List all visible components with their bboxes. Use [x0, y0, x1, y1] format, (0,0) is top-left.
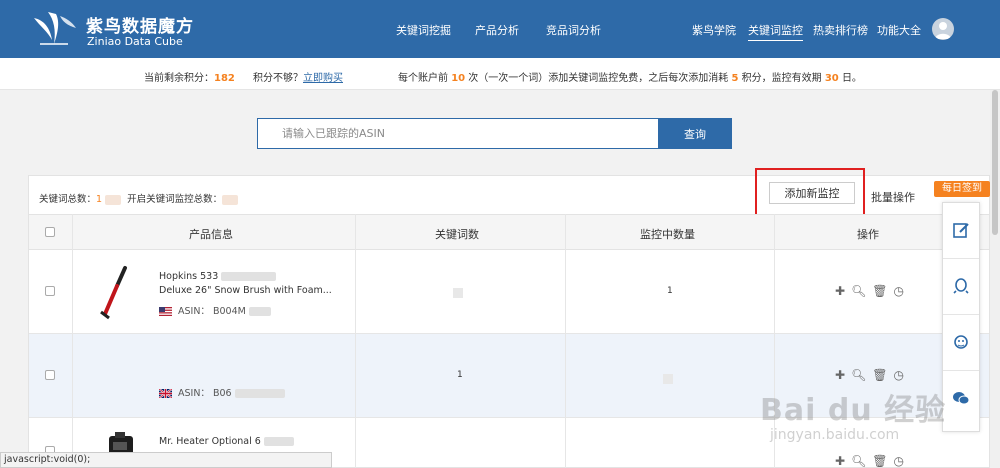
nav-keyword-mining[interactable]: 关键词挖掘 [396, 22, 451, 38]
blurred-value [453, 288, 463, 298]
daily-checkin-tag[interactable]: 每日签到 [934, 181, 990, 197]
sidebar-wechat[interactable] [943, 371, 979, 427]
row-operations: ✚ 🔍︎ 🗑︎ ◷ [835, 368, 910, 382]
uk-flag-icon [159, 389, 172, 398]
clock-icon[interactable]: ◷ [894, 454, 904, 468]
trash-icon[interactable]: 🗑︎ [872, 284, 887, 298]
nav-competitor-keywords[interactable]: 竞品词分析 [546, 22, 601, 38]
us-flag-icon [159, 307, 172, 316]
logo[interactable]: 紫鸟数据魔方 Ziniao Data Cube [30, 8, 210, 50]
browser-status-bar: javascript:void(0); [0, 452, 332, 468]
add-icon[interactable]: ✚ [835, 368, 845, 382]
edit-icon [953, 223, 969, 238]
table-header: 产品信息 关键词数 监控中数量 操作 [29, 214, 989, 250]
trash-icon[interactable]: 🗑︎ [872, 368, 887, 382]
floating-sidebar [942, 202, 980, 432]
points-info-bar: 当前剩余积分：182 积分不够？立即购买 每个账户前 10 次（一次一个词）添加… [0, 58, 1000, 90]
product-name[interactable]: Mr. Heater Optional 6 [159, 435, 294, 449]
blurred-text [221, 272, 277, 281]
row-checkbox[interactable] [45, 286, 55, 296]
trash-icon[interactable]: 🗑︎ [872, 454, 887, 468]
nav-bestseller-rank[interactable]: 热卖排行榜 [813, 22, 868, 38]
col-keyword-count: 关键词数 [435, 228, 479, 241]
add-icon[interactable]: ✚ [835, 284, 845, 298]
total-keywords-value: 1 [96, 194, 103, 205]
nav-all-features[interactable]: 功能大全 [877, 22, 921, 38]
logo-title: 紫鸟数据魔方 [86, 17, 194, 37]
search-icon[interactable]: 🔍︎ [851, 454, 866, 468]
nav-keyword-monitor[interactable]: 关键词监控 [748, 22, 803, 41]
sidebar-feedback[interactable] [943, 203, 979, 259]
nav-academy[interactable]: 紫鸟学院 [692, 22, 736, 38]
user-icon [935, 22, 951, 39]
blurred-value [105, 194, 122, 205]
sidebar-service[interactable] [943, 315, 979, 371]
avatar[interactable] [932, 18, 954, 40]
scrollbar-thumb[interactable] [992, 90, 998, 235]
nav-product-analysis[interactable]: 产品分析 [475, 22, 519, 38]
column-divider [774, 214, 775, 468]
blurred-value [663, 374, 673, 384]
notice-text: 每个账户前 10 次（一次一个词）添加关键词监控免费，之后每次添加消耗 5 积分… [398, 73, 862, 84]
col-monitoring-count: 监控中数量 [640, 228, 695, 241]
row-operations: ✚ 🔍︎ 🗑︎ ◷ [835, 454, 910, 468]
bird-logo-icon [34, 12, 76, 45]
add-icon[interactable]: ✚ [835, 454, 845, 468]
table-row: Hopkins 533 Deluxe 26" Snow Brush with F… [29, 250, 989, 334]
row-checkbox[interactable] [45, 370, 55, 380]
col-operations: 操作 [857, 228, 879, 241]
monitoring-count-value: 1 [667, 286, 673, 296]
not-enough-text: 积分不够？立即购买 [253, 73, 343, 84]
clock-icon[interactable]: ◷ [894, 368, 904, 382]
clock-icon[interactable]: ◷ [894, 284, 904, 298]
qq-icon [953, 278, 969, 294]
logo-subtitle: Ziniao Data Cube [87, 35, 183, 48]
product-image [100, 266, 127, 320]
column-divider [355, 214, 356, 468]
top-header: 紫鸟数据魔方 Ziniao Data Cube 关键词挖掘 产品分析 竞品词分析… [0, 0, 1000, 58]
select-all-checkbox[interactable] [45, 227, 55, 237]
product-name[interactable]: Hopkins 533 Deluxe 26" Snow Brush with F… [159, 270, 332, 298]
blurred-value [222, 194, 239, 205]
col-product-info: 产品信息 [189, 228, 233, 241]
product-asin: ASIN： B06 [159, 385, 285, 399]
product-asin: ASIN： B004M [159, 303, 271, 317]
blurred-text [248, 307, 271, 316]
table-row: ASIN： B06 1 ✚ 🔍︎ 🗑︎ ◷ [29, 334, 989, 418]
batch-operation-dropdown[interactable]: 批量操作 [871, 189, 915, 205]
search-icon[interactable]: 🔍︎ [851, 284, 866, 298]
keyword-count-value: 1 [457, 370, 463, 380]
wechat-icon [953, 392, 970, 405]
headset-icon [954, 335, 968, 349]
keyword-stats: 关键词总数：1 开启关键词监控总数： [39, 191, 239, 205]
monitor-panel: 关键词总数：1 开启关键词监控总数： 添加新监控 批量操作 产品信息 关键词数 … [28, 168, 990, 468]
column-divider [72, 214, 73, 468]
asin-search-input[interactable] [257, 118, 659, 149]
search-icon[interactable]: 🔍︎ [851, 368, 866, 382]
add-monitor-button[interactable]: 添加新监控 [769, 182, 855, 204]
search-button[interactable]: 查询 [658, 118, 732, 149]
sidebar-qq[interactable] [943, 259, 979, 315]
blurred-text [234, 389, 285, 398]
column-divider [565, 214, 566, 468]
row-operations: ✚ 🔍︎ 🗑︎ ◷ [835, 284, 910, 298]
points-value: 182 [214, 73, 235, 84]
blurred-text [263, 437, 294, 446]
points-label: 当前剩余积分：182 [144, 73, 235, 84]
buy-now-link[interactable]: 立即购买 [303, 73, 343, 84]
